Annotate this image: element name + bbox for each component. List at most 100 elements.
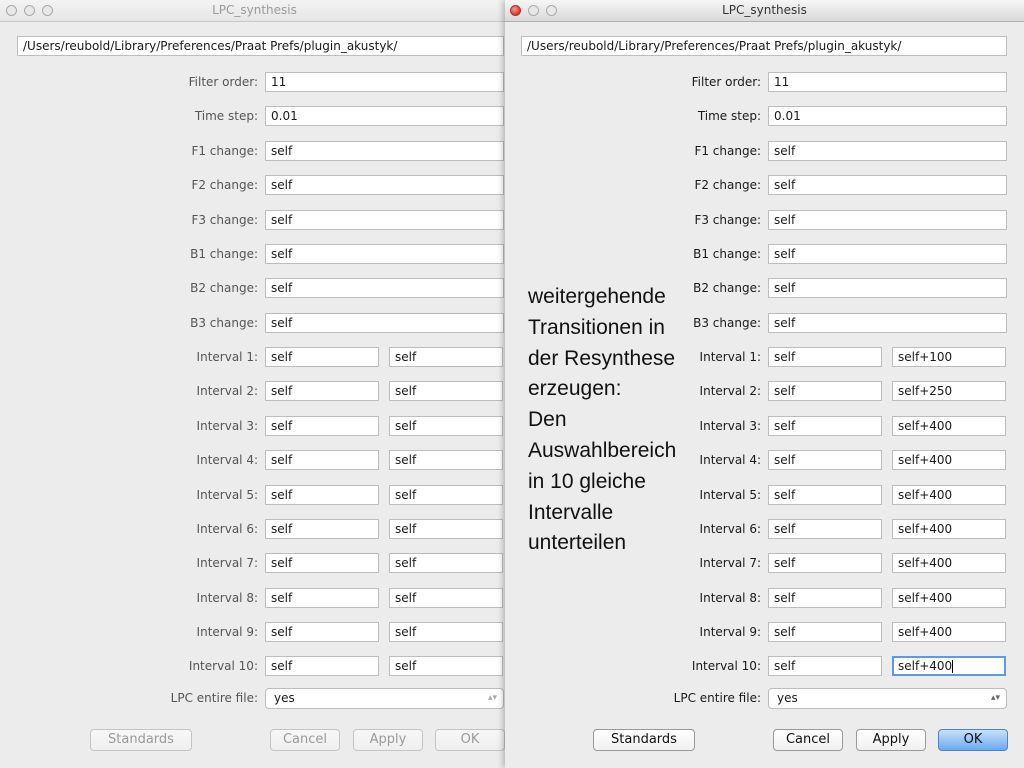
interval-3-label: Interval 3:: [196, 419, 258, 433]
time-step-label: Time step:: [194, 109, 258, 123]
time-step-field[interactable]: 0.01: [768, 106, 1007, 126]
interval-8-start-field[interactable]: self: [265, 588, 379, 608]
interval-5-end-field[interactable]: self+400: [892, 485, 1006, 505]
interval-4-start-field[interactable]: self: [265, 450, 379, 470]
filter-order-field[interactable]: 11: [265, 72, 504, 92]
interval-1-label: Interval 1:: [196, 350, 258, 364]
interval-1-end-field[interactable]: self: [389, 347, 503, 367]
change-6-label: B3 change:: [190, 316, 258, 330]
change-3-field[interactable]: self: [768, 210, 1007, 230]
annotation-line: Intervalle: [528, 500, 614, 524]
interval-10-start-field[interactable]: self: [768, 656, 882, 676]
interval-4-start-field[interactable]: self: [768, 450, 882, 470]
change-1-field[interactable]: self: [265, 141, 504, 161]
annotation-line: weitergehende: [528, 285, 666, 308]
change-5-label: B2 change:: [190, 281, 258, 295]
change-4-field[interactable]: self: [768, 244, 1007, 264]
change-1-field[interactable]: self: [768, 141, 1007, 161]
interval-8-label: Interval 8:: [196, 591, 258, 605]
change-1-label: F1 change:: [694, 144, 761, 158]
interval-7-start-field[interactable]: self: [265, 553, 379, 573]
interval-8-end-field[interactable]: self+400: [892, 588, 1006, 608]
title-bar: LPC_synthesis: [0, 0, 509, 22]
interval-9-label: Interval 9:: [196, 625, 258, 639]
lpc-entire-file-select[interactable]: yes ▴▾: [768, 688, 1007, 709]
filter-order-field[interactable]: 11: [768, 72, 1007, 92]
ok-button[interactable]: OK: [938, 729, 1008, 751]
interval-6-start-field[interactable]: self: [768, 519, 882, 539]
lpc-entire-file-value: yes: [777, 691, 798, 705]
interval-4-end-field[interactable]: self+400: [892, 450, 1006, 470]
change-5-field[interactable]: self: [768, 278, 1007, 298]
chevron-up-down-icon: ▴▾: [990, 693, 1000, 703]
lpc-synthesis-window-inactive: LPC_synthesis /Users/reubold/Library/Pre…: [0, 0, 509, 768]
interval-9-label: Interval 9:: [699, 625, 761, 639]
cancel-button[interactable]: Cancel: [773, 729, 843, 751]
filter-order-label: Filter order:: [188, 75, 258, 89]
interval-6-label: Interval 6:: [196, 522, 258, 536]
ok-button[interactable]: OK: [435, 729, 505, 751]
interval-8-end-field[interactable]: self: [389, 588, 503, 608]
interval-2-start-field[interactable]: self: [768, 381, 882, 401]
change-3-label: F3 change:: [191, 213, 258, 227]
interval-4-end-field[interactable]: self: [389, 450, 503, 470]
window-title: LPC_synthesis: [722, 3, 807, 17]
interval-9-end-field[interactable]: self: [389, 622, 503, 642]
interval-10-start-field[interactable]: self: [265, 656, 379, 676]
interval-9-start-field[interactable]: self: [768, 622, 882, 642]
lpc-entire-file-select[interactable]: yes ▴▾: [265, 688, 504, 709]
interval-10-end-field[interactable]: self+400: [892, 656, 1006, 676]
interval-9-start-field[interactable]: self: [265, 622, 379, 642]
change-3-field[interactable]: self: [265, 210, 504, 230]
interval-9-end-field[interactable]: self+400: [892, 622, 1006, 642]
interval-3-start-field[interactable]: self: [265, 416, 379, 436]
interval-10-end-field[interactable]: self: [389, 656, 503, 676]
lpc-entire-file-label: LPC entire file:: [170, 691, 258, 705]
interval-2-end-field[interactable]: self+250: [892, 381, 1006, 401]
interval-7-start-field[interactable]: self: [768, 553, 882, 573]
apply-button[interactable]: Apply: [353, 729, 423, 751]
change-5-field[interactable]: self: [265, 278, 504, 298]
apply-button[interactable]: Apply: [856, 729, 926, 751]
window-title: LPC_synthesis: [212, 3, 297, 17]
interval-8-label: Interval 8:: [699, 591, 761, 605]
interval-5-end-field[interactable]: self: [389, 485, 503, 505]
cancel-button[interactable]: Cancel: [270, 729, 340, 751]
interval-8-start-field[interactable]: self: [768, 588, 882, 608]
interval-10-label: Interval 10:: [691, 659, 761, 673]
change-4-field[interactable]: self: [265, 244, 504, 264]
preferences-path-field[interactable]: /Users/reubold/Library/Preferences/Praat…: [521, 36, 1007, 56]
change-6-field[interactable]: self: [768, 313, 1007, 333]
standards-button[interactable]: Standards: [90, 729, 192, 751]
title-bar: LPC_synthesis: [505, 0, 1024, 22]
interval-6-start-field[interactable]: self: [265, 519, 379, 539]
interval-7-end-field[interactable]: self+400: [892, 553, 1006, 573]
interval-6-end-field[interactable]: self+400: [892, 519, 1006, 539]
time-step-field[interactable]: 0.01: [265, 106, 504, 126]
interval-5-label: Interval 5:: [196, 488, 258, 502]
change-2-field[interactable]: self: [768, 175, 1007, 195]
interval-2-end-field[interactable]: self: [389, 381, 503, 401]
filter-order-label: Filter order:: [691, 75, 761, 89]
annotation-text: weitergehende Transitionen in der Resynthe…: [528, 282, 700, 559]
change-2-field[interactable]: self: [265, 175, 504, 195]
annotation-line: Auswahlbereich: [528, 438, 677, 462]
annotation-line: in 10 gleiche: [528, 469, 646, 493]
interval-1-start-field[interactable]: self: [265, 347, 379, 367]
standards-button[interactable]: Standards: [593, 729, 695, 751]
interval-2-start-field[interactable]: self: [265, 381, 379, 401]
interval-3-start-field[interactable]: self: [768, 416, 882, 436]
interval-5-start-field[interactable]: self: [265, 485, 379, 505]
interval-5-start-field[interactable]: self: [768, 485, 882, 505]
interval-1-start-field[interactable]: self: [768, 347, 882, 367]
change-6-field[interactable]: self: [265, 313, 504, 333]
annotation-line: der Resynthese: [528, 346, 676, 370]
annotation-line: Transitionen in: [528, 315, 665, 339]
interval-7-end-field[interactable]: self: [389, 553, 503, 573]
interval-6-end-field[interactable]: self: [389, 519, 503, 539]
interval-3-end-field[interactable]: self: [389, 416, 503, 436]
interval-3-end-field[interactable]: self+400: [892, 416, 1006, 436]
preferences-path-field[interactable]: /Users/reubold/Library/Preferences/Praat…: [17, 36, 504, 56]
interval-1-end-field[interactable]: self+100: [892, 347, 1006, 367]
interval-2-label: Interval 2:: [196, 384, 258, 398]
